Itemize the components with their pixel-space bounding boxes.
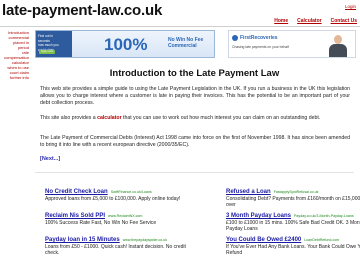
- ad-title-row: No Credit Check Loan SwiftFinance.co.uk/…: [45, 189, 195, 195]
- ad-text: Consolidating Debt? Payments from £160/m…: [226, 196, 360, 208]
- person-photo: [327, 33, 349, 57]
- ad-block[interactable]: No Credit Check Loan SwiftFinance.co.uk/…: [45, 189, 195, 202]
- banner-promo-panel: Find out in seconds how much you could c…: [36, 31, 72, 57]
- page-title: Introduction to the Late Payment Law: [109, 68, 280, 79]
- calculator-paragraph: This site also provides a calculator tha…: [40, 115, 350, 122]
- nav-home-link[interactable]: Home: [274, 18, 288, 24]
- ad-title-row: Reclaim Nis Sold PPI www.ReclaimNX.com: [45, 213, 195, 219]
- ad-title-row: Refused a Loan FastapplySpotRefusal.co.u…: [226, 189, 360, 195]
- ad-title-row: Payday loan in 15 Minutes www.thepaydays…: [45, 237, 195, 243]
- ad-text: Approved loans from £5,000 to £100,000. …: [45, 196, 181, 202]
- header-divider: [0, 26, 360, 27]
- banner-promo-line: Find out in: [38, 34, 53, 38]
- ad-block[interactable]: Reclaim Nis Sold PPI www.ReclaimNX.com 1…: [45, 213, 195, 226]
- logo-mark-icon: [232, 35, 238, 41]
- ad-url[interactable]: Payday.co.uk/3-Month-Payday-Loans: [294, 214, 354, 218]
- ad-title-row: You Could Be Owed £2400 LoanDebtRefund.c…: [226, 237, 360, 243]
- calculator-paragraph-text: This site also provides a: [40, 115, 98, 121]
- ad-text: If You've Ever Had Any Bank Loans. Your …: [226, 244, 360, 256]
- ad-text: £100 to £1000 in 15 mins. 100% Safe Bad …: [226, 220, 360, 232]
- ad-url[interactable]: SwiftFinance.co.uk/Loans: [111, 190, 152, 194]
- nav-calculator-link[interactable]: Calculator: [297, 18, 321, 24]
- person-head: [334, 35, 342, 44]
- site-title[interactable]: late-payment-law.co.uk: [2, 2, 162, 19]
- sidebar-nav: Introduction commercial placed in period…: [2, 30, 29, 80]
- ad-title-link[interactable]: Refused a Loan: [226, 189, 271, 195]
- person-body: [329, 44, 347, 57]
- sidebar-item-further-info[interactable]: further info: [2, 75, 29, 80]
- calculator-paragraph-text: that you can use to work out how much in…: [121, 115, 321, 121]
- banner-tagline: Chasing late payments on your behalf: [232, 45, 289, 49]
- ad-url[interactable]: www.ReclaimNX.com: [108, 214, 142, 218]
- ad-title-link[interactable]: No Credit Check Loan: [45, 189, 108, 195]
- act-paragraph: The Late Payment of Commercial Debts (In…: [40, 135, 350, 149]
- nav-contact-link[interactable]: Contact Us: [331, 18, 357, 24]
- ad-title-link[interactable]: Payday loan in 15 Minutes: [45, 237, 120, 243]
- first-recoveries-banner[interactable]: FirstRecoveries Chasing late payments on…: [228, 30, 356, 58]
- top-nav: Home Calculator Contact Us: [274, 18, 357, 24]
- ad-url[interactable]: LoanDebtRefund.com: [304, 238, 339, 242]
- calculator-link[interactable]: calculator: [97, 115, 122, 121]
- ad-block[interactable]: You Could Be Owed £2400 LoanDebtRefund.c…: [226, 237, 360, 256]
- first-recoveries-logo: FirstRecoveries: [232, 35, 278, 41]
- ad-block[interactable]: Refused a Loan FastapplySpotRefusal.co.u…: [226, 189, 360, 208]
- first-recoveries-logo-text: FirstRecoveries: [240, 35, 278, 41]
- banner-fee-text: No Win No Fee Commercial: [168, 37, 203, 49]
- content-divider: [35, 172, 354, 173]
- ad-text: Loans from £50 - £1000. Quick cash! Inst…: [45, 244, 186, 256]
- intro-paragraph: This web site provides a simple guide to…: [40, 86, 350, 107]
- banner-fee-line: Commercial: [168, 42, 197, 49]
- login-link[interactable]: Login: [345, 4, 356, 9]
- ad-block[interactable]: 3 Month Payday Loans Payday.co.uk/3-Mont…: [226, 213, 360, 232]
- banner-apply-button[interactable]: Apply now: [39, 50, 55, 54]
- ad-title-row: 3 Month Payday Loans Payday.co.uk/3-Mont…: [226, 213, 360, 219]
- no-win-no-fee-banner[interactable]: Find out in seconds how much you could c…: [35, 30, 215, 58]
- ad-title-link[interactable]: Reclaim Nis Sold PPI: [45, 213, 105, 219]
- ad-title-link[interactable]: You Could Be Owed £2400: [226, 237, 301, 243]
- ad-url[interactable]: FastapplySpotRefusal.co.uk: [274, 190, 319, 194]
- ad-text: 100% Success Rate Fast, No Win No Fee Se…: [45, 220, 157, 226]
- next-link[interactable]: [Next...]: [40, 156, 60, 162]
- banner-percent: 100%: [104, 35, 148, 54]
- ad-block[interactable]: Payday loan in 15 Minutes www.thepaydays…: [45, 237, 195, 256]
- ad-title-link[interactable]: 3 Month Payday Loans: [226, 213, 291, 219]
- ad-url[interactable]: www.thepaydayspider.co.uk: [123, 238, 167, 242]
